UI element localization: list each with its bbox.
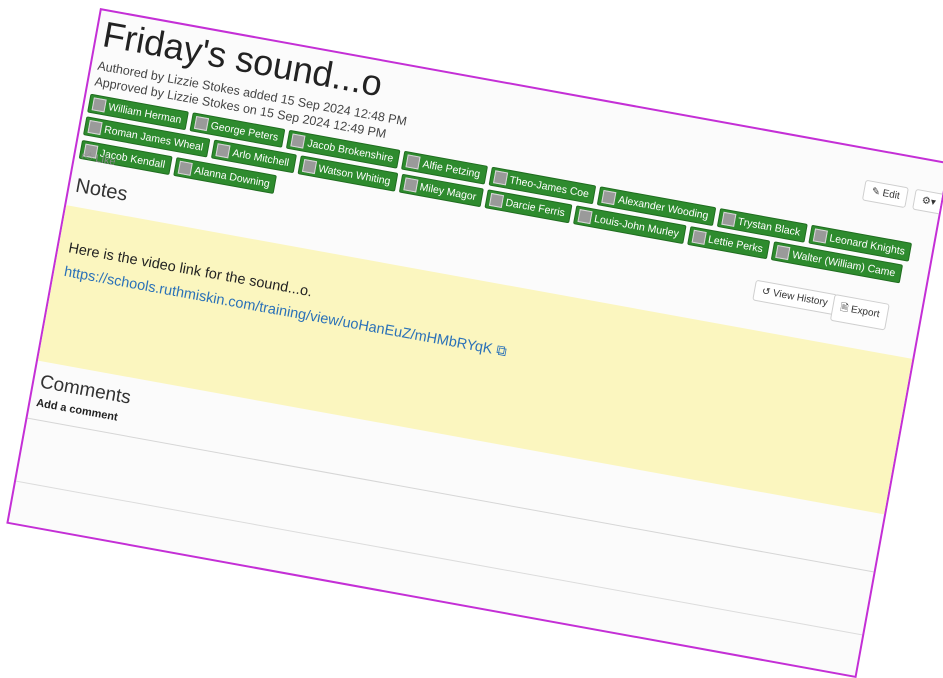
- avatar-icon: [290, 133, 306, 149]
- avatar-icon: [194, 115, 210, 132]
- history-icon: ↺: [761, 286, 772, 299]
- edit-button[interactable]: ✎ Edit: [861, 179, 910, 209]
- avatar-icon: [488, 192, 504, 209]
- person-tag-label: Watson Whiting: [317, 162, 392, 188]
- avatar-icon: [403, 177, 419, 193]
- avatar-icon: [177, 160, 193, 176]
- avatar-icon: [577, 209, 593, 225]
- person-tag-label: Arlo Mitchell: [231, 146, 291, 169]
- avatar-icon: [91, 97, 107, 113]
- avatar-icon: [812, 228, 828, 244]
- person-tag-label: Alanna Downing: [193, 164, 271, 190]
- person-tag-label: Miley Magor: [418, 180, 478, 203]
- thumbs-up-icon: 👍︎: [80, 150, 94, 164]
- avatar-icon: [721, 211, 737, 227]
- notes-heading: Notes: [73, 174, 130, 206]
- avatar-icon: [601, 190, 617, 206]
- person-tag-label: Darcie Ferris: [504, 196, 566, 219]
- view-history-label: View History: [771, 288, 829, 309]
- export-icon: 🗎: [839, 302, 850, 315]
- video-link[interactable]: https://schools.ruthmiskin.com/training/…: [63, 264, 508, 360]
- person-tag-label: Lettie Perks: [707, 233, 764, 255]
- avatar-icon: [87, 119, 103, 136]
- note-page-card: Friday's sound...o Authored by Lizzie St…: [6, 8, 943, 678]
- avatar-icon: [775, 245, 791, 261]
- avatar-icon: [405, 154, 421, 170]
- avatar-icon: [492, 170, 508, 186]
- export-label: Export: [850, 304, 881, 321]
- person-tag-label: Trystan Black: [736, 215, 802, 239]
- settings-dropdown-button[interactable]: ⚙▾: [912, 188, 943, 215]
- chevron-down-icon: ▾: [929, 196, 937, 209]
- like-label: Like: [94, 152, 117, 169]
- avatar-icon: [215, 143, 231, 159]
- avatar-icon: [301, 158, 317, 174]
- avatar-icon: [691, 229, 707, 245]
- comment-input-area[interactable]: [15, 480, 863, 636]
- person-tag-label: Alfie Petzing: [421, 157, 482, 181]
- pencil-icon: ✎: [870, 186, 881, 199]
- edit-label: Edit: [881, 188, 901, 202]
- external-link-icon: ⧉: [494, 342, 509, 361]
